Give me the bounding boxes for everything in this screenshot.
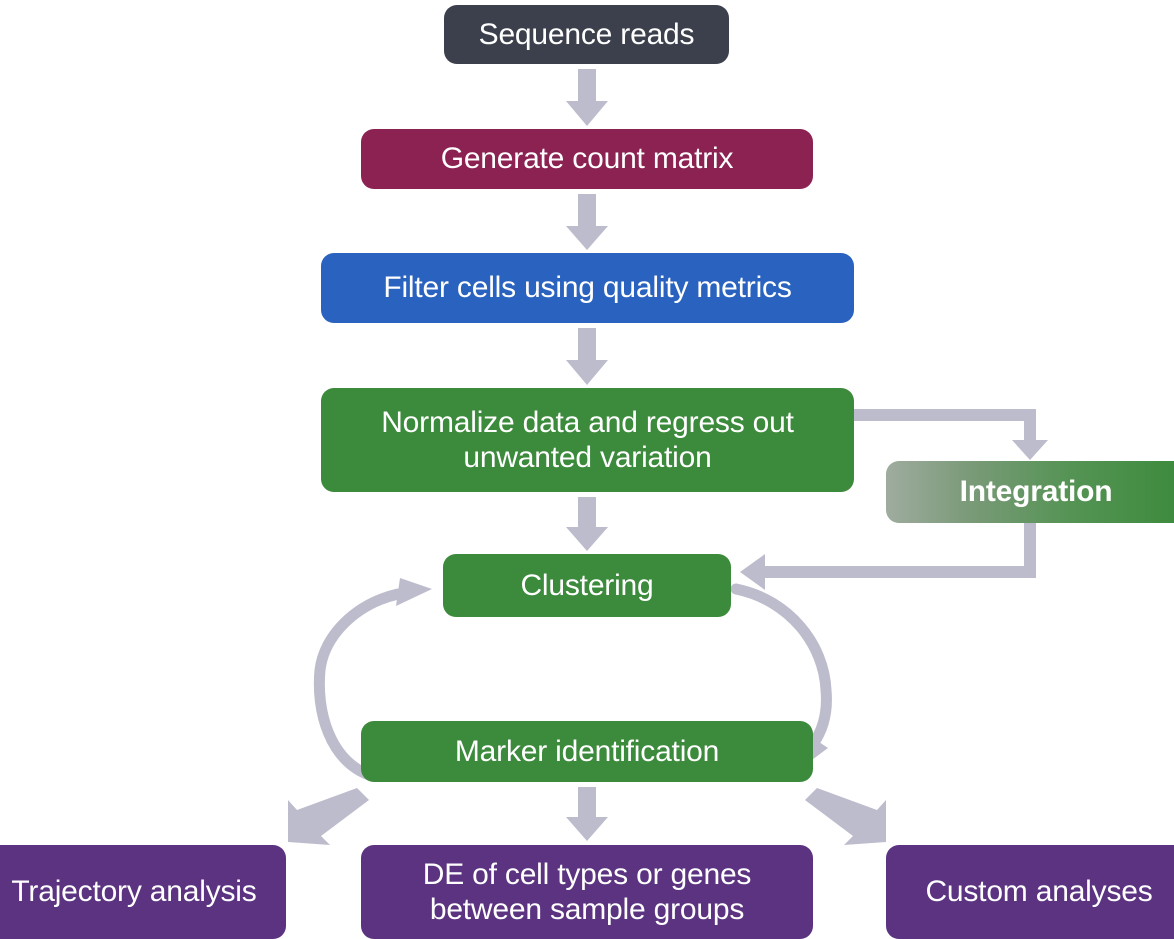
node-clustering[interactable]: Clustering (443, 554, 731, 617)
node-label-generate-count-matrix: Generate count matrix (440, 142, 734, 176)
node-label-normalize-data: Normalize data and regress out unwanted … (381, 405, 794, 474)
arrow-integration-to-clustering (740, 523, 1036, 590)
node-generate-count-matrix[interactable]: Generate count matrix (361, 129, 813, 189)
node-label-marker-identification: Marker identification (454, 734, 720, 768)
node-trajectory-analysis[interactable]: Trajectory analysis (0, 845, 286, 939)
node-sequence-reads[interactable]: Sequence reads (444, 5, 729, 64)
node-label-integration: Integration (959, 475, 1113, 509)
node-label-de-analysis: DE of cell types or genes between sample… (422, 857, 752, 926)
node-label-trajectory-analysis: Trajectory analysis (11, 875, 257, 909)
workflow-diagram: Sequence reads Generate count matrix Fil… (0, 0, 1174, 939)
node-label-clustering: Clustering (520, 568, 654, 602)
arrow-marker-to-trajectory (288, 788, 369, 845)
arrow-count-to-filter (566, 194, 608, 250)
node-custom-analyses[interactable]: Custom analyses (886, 845, 1174, 939)
node-integration[interactable]: Integration (886, 461, 1174, 523)
arrow-normalize-to-integration (854, 409, 1048, 460)
arrow-marker-to-custom (805, 788, 886, 845)
arrow-normalize-to-clustering (566, 497, 608, 551)
arrow-sequence-to-count (566, 69, 608, 126)
node-filter-cells[interactable]: Filter cells using quality metrics (321, 253, 854, 323)
arrow-marker-to-de (566, 787, 608, 841)
node-label-filter-cells: Filter cells using quality metrics (383, 271, 792, 305)
node-label-sequence-reads: Sequence reads (478, 17, 695, 51)
arrow-filter-to-normalize (566, 328, 608, 385)
node-normalize-data[interactable]: Normalize data and regress out unwanted … (321, 388, 854, 492)
node-de-analysis[interactable]: DE of cell types or genes between sample… (361, 845, 813, 939)
node-label-custom-analyses: Custom analyses (925, 875, 1153, 909)
node-marker-identification[interactable]: Marker identification (361, 721, 813, 782)
